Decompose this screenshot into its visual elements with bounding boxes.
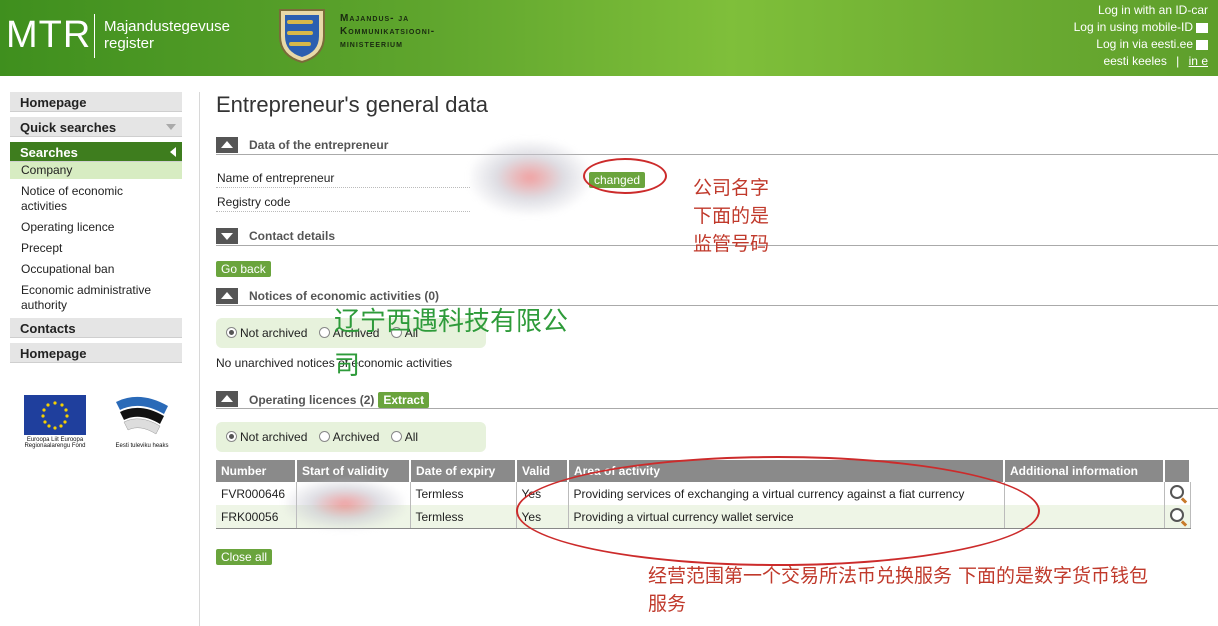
radio-unchecked-icon[interactable] bbox=[318, 327, 330, 338]
column-header-info[interactable]: Additional information bbox=[1004, 460, 1165, 482]
chevron-left-icon bbox=[170, 147, 176, 157]
cell-expiry: Termless bbox=[410, 505, 517, 529]
cell-number: FRK00056 bbox=[216, 505, 297, 529]
sidebar-item-contacts[interactable]: Contacts bbox=[10, 318, 182, 338]
annotation-company-name: 辽宁西遇科技有限公 司 bbox=[334, 307, 569, 381]
collapse-up-icon[interactable] bbox=[216, 288, 238, 304]
mobile-id-icon bbox=[1196, 22, 1208, 33]
estonia-logo-text: Eesti tuleviku heaks bbox=[115, 443, 169, 449]
redacted-numbers bbox=[285, 478, 405, 530]
licences-filter: Not archived Archived All bbox=[216, 422, 486, 452]
filter-not-archived[interactable]: Not archived bbox=[226, 326, 307, 340]
annotation-name-note: 公司名字 下面的是 监管号码 bbox=[693, 177, 770, 255]
radio-checked-icon[interactable] bbox=[226, 431, 237, 442]
column-header-number[interactable]: Number bbox=[216, 460, 297, 482]
language-separator: | bbox=[1176, 54, 1180, 68]
content-divider bbox=[199, 92, 200, 626]
section-entrepreneur-data[interactable]: Data of the entrepreneur bbox=[216, 137, 1218, 155]
site-header: MTR Majandustegevuse register Majandus- … bbox=[0, 0, 1218, 76]
sidebar-item-quick-searches[interactable]: Quick searches bbox=[10, 117, 182, 137]
eesti-icon bbox=[1196, 39, 1208, 50]
eu-fund-logo: Euroopa Liit Euroopa Regionaalarengu Fon… bbox=[22, 392, 88, 462]
radio-checked-icon[interactable] bbox=[226, 327, 237, 338]
annotation-ellipse-activity bbox=[516, 456, 1040, 566]
sidebar-subitem-notice[interactable]: Notice of economic activities bbox=[10, 183, 182, 215]
collapse-up-icon[interactable] bbox=[216, 137, 238, 153]
sidebar-subitem-occupational-ban[interactable]: Occupational ban bbox=[10, 261, 182, 278]
section-entrepreneur-label: Data of the entrepreneur bbox=[249, 138, 389, 152]
radio-unchecked-icon[interactable] bbox=[318, 431, 330, 442]
expand-down-icon[interactable] bbox=[216, 228, 238, 244]
cell-actions bbox=[1164, 505, 1191, 529]
column-header-valid[interactable]: Valid bbox=[516, 460, 569, 482]
sidebar-item-homepage-bottom[interactable]: Homepage bbox=[10, 343, 182, 363]
magnifier-icon[interactable] bbox=[1169, 485, 1184, 499]
go-back-button[interactable]: Go back bbox=[216, 261, 271, 277]
column-header-expiry[interactable]: Date of expiry bbox=[410, 460, 517, 482]
estonia-future-logo: Eesti tuleviku heaks bbox=[110, 392, 174, 454]
field-registry-code: Registry code bbox=[216, 192, 470, 212]
cell-number: FVR000646 bbox=[216, 482, 297, 505]
mtr-logo[interactable]: MTR bbox=[6, 14, 91, 57]
field-entrepreneur-name: Name of entrepreneur bbox=[216, 168, 470, 188]
sidebar-item-searches[interactable]: Searches bbox=[10, 142, 182, 162]
language-estonian-link[interactable]: eesti keeles bbox=[1103, 54, 1166, 68]
annotation-ellipse-name bbox=[583, 158, 667, 194]
filter-not-archived[interactable]: Not archived bbox=[226, 430, 307, 444]
eu-logo-text: Euroopa Liit Euroopa Regionaalarengu Fon… bbox=[24, 437, 86, 449]
section-contacts-label: Contact details bbox=[249, 229, 336, 243]
sidebar-subitem-precept[interactable]: Precept bbox=[10, 240, 182, 257]
filter-archived[interactable]: Archived bbox=[318, 430, 379, 444]
login-id-card-link[interactable]: Log in with an ID-car bbox=[1098, 3, 1208, 17]
sidebar-item-homepage[interactable]: Homepage bbox=[10, 92, 182, 112]
section-operating-licences[interactable]: Operating licences (2) Extract bbox=[216, 391, 1218, 409]
login-links: Log in with an ID-car Log in using mobil… bbox=[1074, 2, 1208, 70]
login-eesti-link[interactable]: Log in via eesti.ee bbox=[1096, 37, 1193, 51]
redacted-name bbox=[470, 140, 590, 215]
close-all-button[interactable]: Close all bbox=[216, 549, 273, 565]
searches-submenu: Company Notice of economic activities Op… bbox=[10, 162, 182, 314]
logo-subtitle: Majandustegevuse register bbox=[104, 18, 230, 52]
magnifier-icon[interactable] bbox=[1169, 508, 1184, 522]
cell-actions bbox=[1164, 482, 1191, 505]
eu-flag-icon bbox=[24, 395, 86, 435]
column-header-actions bbox=[1164, 460, 1191, 482]
sidebar-subitem-economic-authority[interactable]: Economic administrative authority bbox=[10, 282, 182, 314]
entrepreneur-name-label: Name of entrepreneur bbox=[217, 171, 335, 185]
collapse-up-icon[interactable] bbox=[216, 391, 238, 407]
logo-divider bbox=[94, 14, 95, 58]
cell-expiry: Termless bbox=[410, 482, 517, 505]
sidebar-subitem-company[interactable]: Company bbox=[10, 162, 182, 179]
extract-button[interactable]: Extract bbox=[378, 392, 430, 408]
page-title: Entrepreneur's general data bbox=[216, 92, 489, 117]
estonia-swoosh-icon bbox=[116, 396, 168, 435]
language-english-link[interactable]: in e bbox=[1189, 54, 1208, 68]
sidebar: Homepage Quick searches Searches Company… bbox=[10, 92, 182, 368]
chevron-down-icon bbox=[166, 124, 176, 130]
filter-all[interactable]: All bbox=[390, 430, 418, 444]
sidebar-subitem-operating-licence[interactable]: Operating licence bbox=[10, 219, 182, 236]
section-licences-label: Operating licences (2) Extract bbox=[249, 392, 430, 408]
ministry-name: Majandus- ja Kommunikatsiooni- ministeer… bbox=[340, 13, 436, 50]
coat-of-arms-icon bbox=[279, 9, 325, 64]
annotation-activity-note: 经营范围第一个交易所法币兑换服务 下面的是数字货币钱包 服务 bbox=[648, 565, 1149, 615]
registry-code-label: Registry code bbox=[217, 195, 291, 209]
login-mobile-id-link[interactable]: Log in using mobile-ID bbox=[1074, 20, 1193, 34]
radio-unchecked-icon[interactable] bbox=[390, 431, 402, 442]
